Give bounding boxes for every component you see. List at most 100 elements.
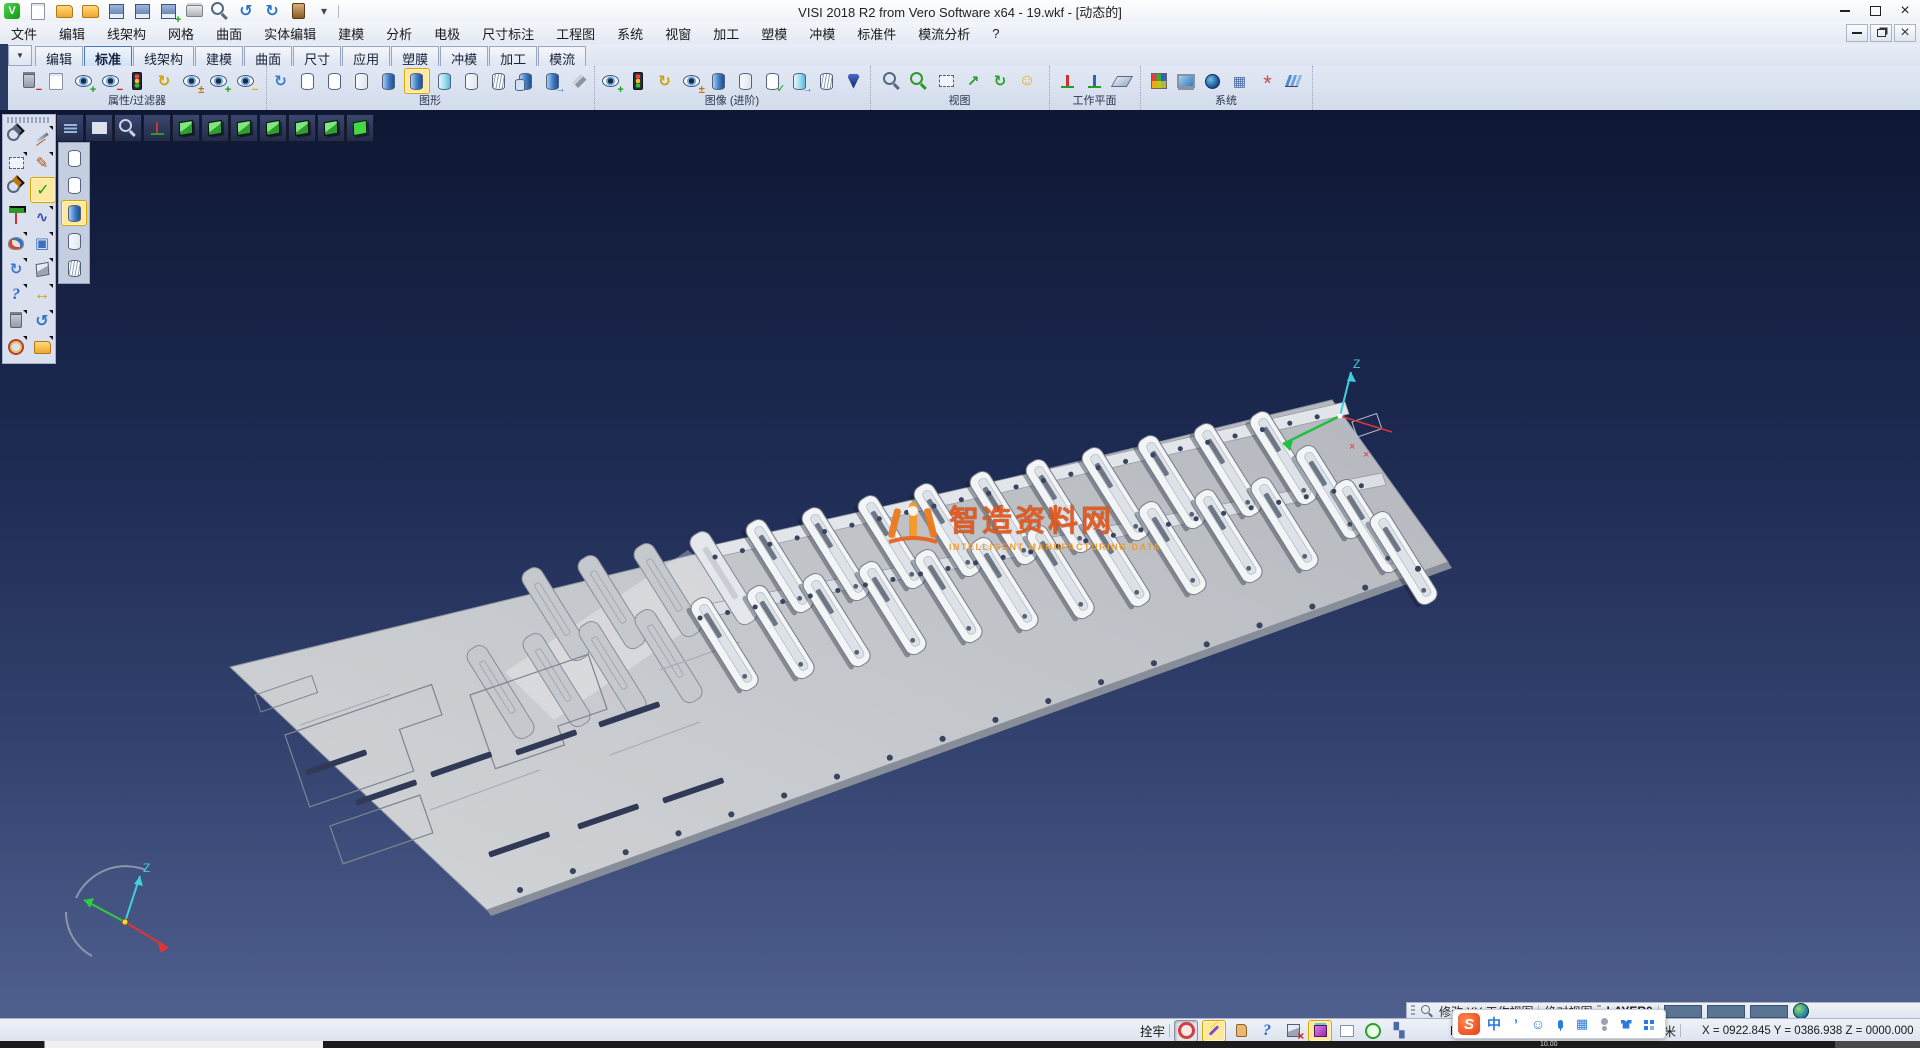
adv-wire-cylinder-icon[interactable] xyxy=(815,69,839,93)
tab-standard[interactable]: 标准 xyxy=(84,46,132,66)
tab-flow[interactable]: 模流 xyxy=(538,46,586,66)
profile-icon[interactable] xyxy=(1596,1015,1612,1033)
menu-surface[interactable]: 曲面 xyxy=(205,22,253,45)
undo-icon[interactable] xyxy=(234,0,258,23)
display-shaded-icon[interactable] xyxy=(61,200,87,226)
more-commands-caret-icon[interactable] xyxy=(312,0,336,23)
tab-modeling[interactable]: 建模 xyxy=(195,46,243,66)
shaded-selected-cylinder-icon[interactable] xyxy=(404,68,430,94)
workplane-plane-icon[interactable] xyxy=(1110,69,1134,93)
context-help-icon[interactable] xyxy=(4,283,28,307)
system-settings-icon[interactable] xyxy=(1255,69,1279,93)
toggle-visibility-icon[interactable] xyxy=(179,69,203,93)
visi-store-icon[interactable] xyxy=(286,0,310,23)
spline-edit-icon[interactable] xyxy=(30,205,54,229)
display-wireframe-icon[interactable] xyxy=(62,146,86,170)
advanced-show-icon[interactable] xyxy=(599,69,623,93)
soft-keyboard-icon[interactable] xyxy=(1574,1015,1590,1033)
solid-cube-icon[interactable] xyxy=(30,257,54,281)
open-project-icon[interactable] xyxy=(30,335,54,359)
menu-flow-analysis[interactable]: 模流分析 xyxy=(907,22,981,45)
toolbar-grip[interactable] xyxy=(7,117,51,123)
color-palette-icon[interactable] xyxy=(4,231,28,255)
orient-axis-icon[interactable] xyxy=(143,114,171,142)
taskbar-window-segment[interactable] xyxy=(44,1041,323,1048)
chinese-mode-icon[interactable]: 中 xyxy=(1486,1015,1502,1033)
trim-knife-icon[interactable] xyxy=(30,125,54,149)
adv-shaded-cylinder-icon[interactable] xyxy=(707,69,731,93)
zoom-dynamic-icon[interactable] xyxy=(961,69,985,93)
adv-check-cylinder-icon[interactable] xyxy=(761,69,785,93)
tab-progress[interactable]: 冲模 xyxy=(440,46,488,66)
zoom-in-out-icon[interactable] xyxy=(4,177,28,201)
hide-entities-icon[interactable] xyxy=(98,69,122,93)
menu-dimension[interactable]: 尺寸标注 xyxy=(471,22,545,45)
display-hidden-line-icon[interactable] xyxy=(62,173,86,197)
tab-dimension[interactable]: 尺寸 xyxy=(293,46,341,66)
entity-color-swatch[interactable] xyxy=(1750,1005,1788,1018)
zoom-extents-icon[interactable] xyxy=(907,69,931,93)
rotate-view-icon[interactable] xyxy=(988,69,1012,93)
zoom-select-icon[interactable] xyxy=(4,125,28,149)
system-globe-icon[interactable] xyxy=(1201,69,1225,93)
menu-analysis[interactable]: 分析 xyxy=(375,22,423,45)
snap-lock-icon[interactable] xyxy=(1174,1020,1198,1042)
shaded-cylinder-icon[interactable] xyxy=(377,69,401,93)
view-top-icon[interactable] xyxy=(172,114,200,142)
minimize-button[interactable] xyxy=(1830,0,1860,22)
magic-select-icon[interactable] xyxy=(1202,1020,1226,1042)
zoom-window-icon[interactable] xyxy=(934,69,958,93)
show-entities-icon[interactable] xyxy=(71,69,95,93)
toolbox-icon[interactable] xyxy=(1640,1015,1656,1033)
menu-drafting[interactable]: 工程图 xyxy=(545,22,606,45)
dynamic-cylinder-icon[interactable] xyxy=(541,69,565,93)
view-front-icon[interactable] xyxy=(259,114,287,142)
view-previous-icon[interactable] xyxy=(880,69,904,93)
display-ghost-icon[interactable] xyxy=(62,256,86,280)
chart-3d-icon[interactable] xyxy=(1282,69,1306,93)
new-file-icon[interactable] xyxy=(26,0,50,23)
tab-overflow-caret[interactable] xyxy=(8,45,32,66)
tab-edit[interactable]: 编辑 xyxy=(35,46,83,66)
tab-application[interactable]: 应用 xyxy=(342,46,390,66)
viewport-3d[interactable]: × × Z Z xyxy=(0,110,1920,1018)
hidden-line-cylinder-icon[interactable] xyxy=(323,69,347,93)
adv-flat-cylinder-icon[interactable] xyxy=(734,69,758,93)
save-icon[interactable] xyxy=(104,0,128,23)
view-left-icon[interactable] xyxy=(230,114,258,142)
print-preview-icon[interactable] xyxy=(208,0,232,23)
grid-table-icon[interactable] xyxy=(1228,69,1252,93)
menu-progress[interactable]: 冲模 xyxy=(798,22,846,45)
punctuation-icon[interactable]: ’ xyxy=(1508,1015,1524,1033)
transparent-cylinder-icon[interactable] xyxy=(433,69,457,93)
delete-trash-icon[interactable] xyxy=(4,309,28,333)
advanced-toggle-icon[interactable] xyxy=(680,69,704,93)
system-monitor-icon[interactable] xyxy=(1174,69,1198,93)
menu-window[interactable]: 视窗 xyxy=(654,22,702,45)
undo-back-icon[interactable] xyxy=(30,309,54,333)
skin-icon[interactable] xyxy=(1618,1015,1634,1033)
frame-view-icon[interactable] xyxy=(1336,1021,1358,1041)
zoom-window-icon[interactable] xyxy=(85,114,113,142)
mdi-restore-button[interactable] xyxy=(1870,24,1892,42)
hide-all-icon[interactable] xyxy=(233,69,257,93)
menu-system[interactable]: 系统 xyxy=(606,22,654,45)
menu-machining[interactable]: 加工 xyxy=(702,22,750,45)
color-grid-icon[interactable] xyxy=(1147,69,1171,93)
workplane-modify-icon[interactable] xyxy=(1056,69,1080,93)
double-cylinder-icon[interactable] xyxy=(514,69,538,93)
panel-grip[interactable] xyxy=(1411,1005,1415,1017)
regen-view-icon[interactable] xyxy=(269,69,293,93)
view-right-icon[interactable] xyxy=(288,114,316,142)
menu-mould[interactable]: 塑模 xyxy=(750,22,798,45)
sketch-pencil-icon[interactable] xyxy=(30,151,54,175)
menu-mesh[interactable]: 网格 xyxy=(157,22,205,45)
viewport-menu-icon[interactable] xyxy=(56,114,84,142)
wireframe-cylinder-icon[interactable] xyxy=(296,69,320,93)
render-shield-icon[interactable] xyxy=(842,69,866,93)
shading-smiley-icon[interactable] xyxy=(1015,69,1039,93)
menu-file[interactable]: 文件 xyxy=(0,22,48,45)
flat-cylinder-icon[interactable] xyxy=(460,69,484,93)
tab-wireframe[interactable]: 线架构 xyxy=(133,46,194,66)
context-help-icon[interactable] xyxy=(1256,1021,1278,1041)
